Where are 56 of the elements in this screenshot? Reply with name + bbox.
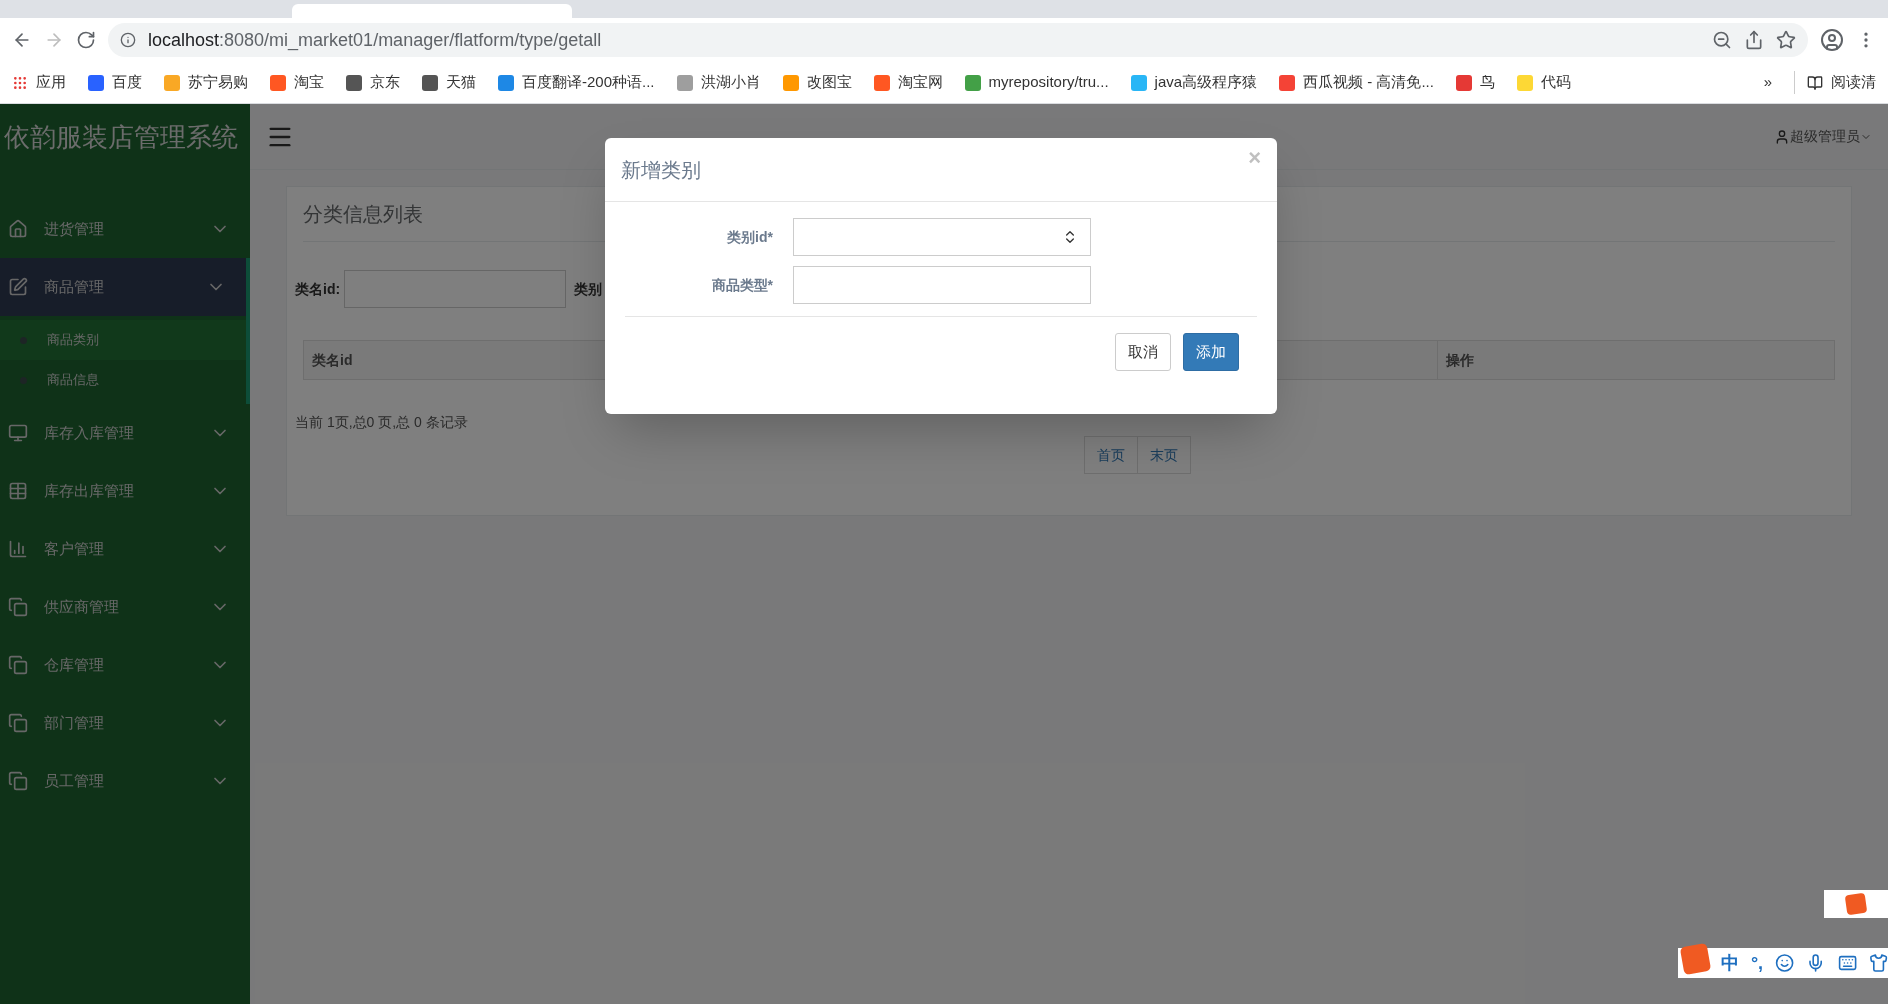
bookmark-link[interactable]: 应用 [36,71,66,94]
monitor-icon [8,423,28,443]
reading-list-link[interactable]: 阅读清 [1831,71,1876,94]
modal-title: 新增类别 [621,157,702,183]
bookmark-link[interactable]: 代码 [1540,71,1571,94]
search-label: 类名id: [295,279,341,299]
column-header: 操作 [1437,341,1834,379]
bookmark-link[interactable]: 百度 [112,71,142,94]
bar-chart-icon [8,539,28,559]
table-icon [8,481,28,501]
bookmark-link[interactable]: 百度翻译-200种语... [522,71,655,94]
bookmark-link[interactable]: 天猫 [446,71,476,94]
user-icon [1774,128,1790,145]
edit-icon [8,277,28,297]
bookmark-link[interactable]: 洪湖小肖 [700,71,761,94]
ime-status[interactable]: 中 [1720,949,1739,977]
page-info: 当前 1页,总0 页,总 0 条记录 [295,413,469,432]
bookmark-link[interactable]: 改图宝 [806,71,852,94]
bookmark-link[interactable]: 淘宝网 [897,71,943,94]
apps-icon [12,74,28,91]
bookmark-link[interactable]: 苏宁易购 [188,71,248,94]
bookmark-link[interactable]: 京东 [370,71,400,94]
zoom-icon[interactable] [1712,30,1732,50]
emoji-icon[interactable] [1775,953,1795,973]
bookmark-star-icon[interactable] [1776,30,1796,50]
app-title: 依韵服装店管理系统 [3,120,239,154]
column-header: 类名id [311,350,354,370]
copy-icon [8,655,28,675]
url-text: localhost:8080/mi_market01/manager/flatform/type/getall [148,28,602,53]
address-bar[interactable]: localhost:8080/mi_market01/manager/flatform/type/getall [108,23,1808,57]
bookmark-link[interactable]: 西瓜视频 - 高清免... [1303,71,1434,94]
add-button[interactable]: 添加 [1183,333,1239,371]
share-icon[interactable] [1744,30,1764,50]
ime-status[interactable]: °, [1750,949,1764,977]
more-bookmarks-button[interactable]: » [1763,71,1772,94]
reading-list-icon[interactable] [1807,74,1823,91]
reload-icon[interactable] [76,30,96,50]
profile-icon[interactable] [1820,28,1844,52]
home-icon [8,219,28,239]
copy-icon [8,597,28,617]
keyboard-icon[interactable] [1837,953,1857,973]
search-field[interactable] [344,270,567,308]
bookmark-link[interactable]: myrepository/tru... [988,71,1109,94]
copy-icon [8,713,28,733]
bookmark-link[interactable]: 鸟 [1479,71,1495,94]
copy-icon [8,771,28,791]
bookmark-link[interactable]: java高级程序猿 [1154,71,1258,94]
search-label: 类别 [574,279,603,299]
sogou-logo-icon [1844,892,1868,916]
shirt-icon[interactable] [1868,953,1888,973]
bookmark-link[interactable]: 淘宝 [294,71,324,94]
input-field[interactable] [793,218,1091,256]
field-label: 商品类型* [710,275,773,295]
input-field[interactable] [793,266,1091,304]
cancel-button[interactable]: 取消 [1115,333,1171,371]
info-icon[interactable] [120,32,136,48]
